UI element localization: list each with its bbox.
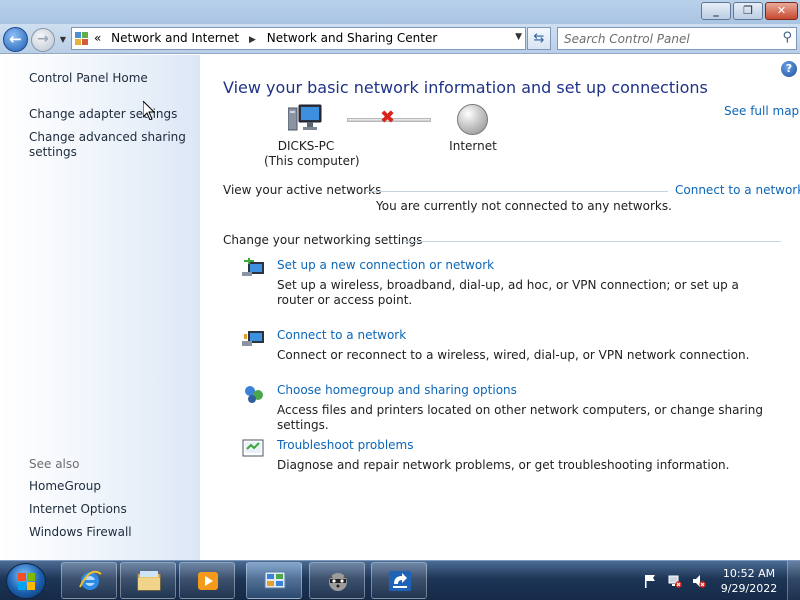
taskbar-internet-explorer[interactable] bbox=[61, 562, 117, 599]
windows-firewall-link[interactable]: Windows Firewall bbox=[29, 525, 132, 540]
taskbar-network-control-panel[interactable] bbox=[246, 562, 302, 599]
active-networks-heading: View your active networks bbox=[223, 183, 382, 197]
connect-network-icon[interactable] bbox=[242, 328, 266, 350]
networking-settings-heading: Change your networking settings bbox=[223, 233, 423, 247]
back-arrow-icon: ← bbox=[9, 30, 22, 48]
breadcrumb-item-network-and-sharing-center[interactable]: Network and Sharing Center bbox=[267, 31, 438, 45]
control-panel-icon bbox=[75, 32, 89, 46]
section-divider bbox=[403, 241, 781, 242]
change-advanced-sharing-settings-link[interactable]: Change advanced sharing settings bbox=[29, 130, 186, 160]
media-player-icon bbox=[198, 572, 218, 590]
main-pane: ? View your basic network information an… bbox=[200, 55, 800, 560]
blue-arrow-app-icon bbox=[389, 571, 411, 591]
disconnected-x-icon[interactable]: ✖ bbox=[380, 109, 395, 127]
windows-logo-icon bbox=[18, 573, 36, 591]
taskbar-raccoon-app[interactable] bbox=[309, 562, 365, 599]
raccoon-app-icon bbox=[329, 573, 347, 591]
clock-date: 9/29/2022 bbox=[720, 582, 778, 595]
see-full-map-link[interactable]: See full map bbox=[724, 104, 799, 118]
homegroup-sharing-description: Access files and printers located on oth… bbox=[277, 403, 763, 432]
computer-subtitle: (This computer) bbox=[264, 154, 360, 168]
window-title-bar: _ ❐ ✕ bbox=[0, 0, 800, 24]
breadcrumb-separator-icon[interactable]: ▶ bbox=[249, 35, 256, 45]
refresh-icon: ⇆ bbox=[533, 31, 545, 46]
search-input[interactable] bbox=[564, 30, 769, 47]
computer-name: DICKS-PC bbox=[277, 139, 335, 153]
page-title: View your basic network information and … bbox=[223, 78, 708, 97]
network-status-text: You are currently not connected to any n… bbox=[376, 199, 672, 213]
close-icon: ✕ bbox=[776, 4, 787, 17]
address-bar[interactable]: « Network and Internet ▶ Network and Sha… bbox=[71, 27, 526, 50]
see-also-label: See also bbox=[29, 457, 80, 471]
clock-time: 10:52 AM bbox=[722, 567, 776, 580]
minimize-button[interactable]: _ bbox=[701, 2, 731, 20]
volume-muted-icon[interactable] bbox=[692, 574, 706, 588]
network-control-panel-icon bbox=[264, 571, 286, 589]
control-panel-home-link[interactable]: Control Panel Home bbox=[29, 71, 148, 86]
setup-new-connection-link[interactable]: Set up a new connection or network bbox=[277, 258, 494, 272]
troubleshoot-problems-description: Diagnose and repair network problems, or… bbox=[277, 458, 730, 472]
close-button[interactable]: ✕ bbox=[765, 2, 798, 20]
taskbar: 10:52 AM 9/29/2022 bbox=[0, 560, 800, 600]
homegroup-link[interactable]: HomeGroup bbox=[29, 479, 101, 494]
windows-explorer-icon bbox=[137, 571, 161, 591]
start-button[interactable] bbox=[6, 563, 46, 599]
connect-to-network-description: Connect or reconnect to a wireless, wire… bbox=[277, 348, 750, 362]
help-icon[interactable]: ? bbox=[781, 61, 797, 77]
network-disconnected-icon[interactable] bbox=[668, 574, 682, 588]
new-connection-icon[interactable] bbox=[242, 258, 266, 280]
refresh-button[interactable]: ⇆ bbox=[527, 27, 551, 50]
breadcrumb-overflow-chevron[interactable]: « bbox=[94, 31, 101, 45]
internet-globe-icon[interactable] bbox=[457, 104, 488, 135]
homegroup-sharing-link[interactable]: Choose homegroup and sharing options bbox=[277, 383, 517, 397]
internet-explorer-icon bbox=[79, 570, 102, 590]
minimize-icon: _ bbox=[713, 4, 719, 17]
search-icon[interactable]: ⚲ bbox=[782, 30, 792, 45]
troubleshoot-problems-link[interactable]: Troubleshoot problems bbox=[277, 438, 413, 452]
change-adapter-settings-link[interactable]: Change adapter settings bbox=[29, 107, 177, 122]
action-center-flag-icon[interactable] bbox=[643, 574, 657, 588]
homegroup-icon[interactable] bbox=[242, 383, 266, 405]
internet-options-link[interactable]: Internet Options bbox=[29, 502, 127, 517]
restore-icon: ❐ bbox=[743, 4, 753, 17]
taskbar-windows-explorer[interactable] bbox=[120, 562, 176, 599]
computer-icon[interactable] bbox=[288, 104, 322, 134]
internet-label: Internet bbox=[449, 139, 497, 153]
computer-name-label: DICKS-PC (This computer) bbox=[264, 139, 360, 169]
search-box[interactable]: ⚲ bbox=[557, 27, 797, 50]
left-pane: Control Panel Home Change adapter settin… bbox=[0, 55, 200, 560]
forward-arrow-icon: → bbox=[37, 31, 49, 47]
connect-to-network-task-link[interactable]: Connect to a network bbox=[277, 328, 406, 342]
address-dropdown-icon[interactable]: ▼ bbox=[515, 32, 522, 42]
maximize-button[interactable]: ❐ bbox=[733, 2, 763, 20]
taskbar-blue-arrow-app[interactable] bbox=[371, 562, 427, 599]
show-desktop-button[interactable] bbox=[787, 561, 800, 600]
navigation-bar: ← → ▼ « Network and Internet ▶ Network a… bbox=[0, 24, 800, 54]
system-clock[interactable]: 10:52 AM 9/29/2022 bbox=[716, 566, 782, 596]
back-button[interactable]: ← bbox=[3, 27, 28, 52]
mouse-cursor-icon bbox=[143, 101, 155, 120]
setup-new-connection-description: Set up a wireless, broadband, dial-up, a… bbox=[277, 278, 739, 307]
forward-button[interactable]: → bbox=[31, 28, 55, 52]
recent-pages-dropdown[interactable]: ▼ bbox=[57, 32, 69, 48]
section-divider bbox=[367, 191, 668, 192]
connect-to-network-link[interactable]: Connect to a network bbox=[675, 183, 800, 197]
troubleshoot-icon[interactable] bbox=[242, 438, 266, 460]
taskbar-media-player[interactable] bbox=[179, 562, 235, 599]
breadcrumb: « Network and Internet ▶ Network and Sha… bbox=[94, 31, 443, 45]
breadcrumb-item-network-and-internet[interactable]: Network and Internet bbox=[111, 31, 239, 45]
